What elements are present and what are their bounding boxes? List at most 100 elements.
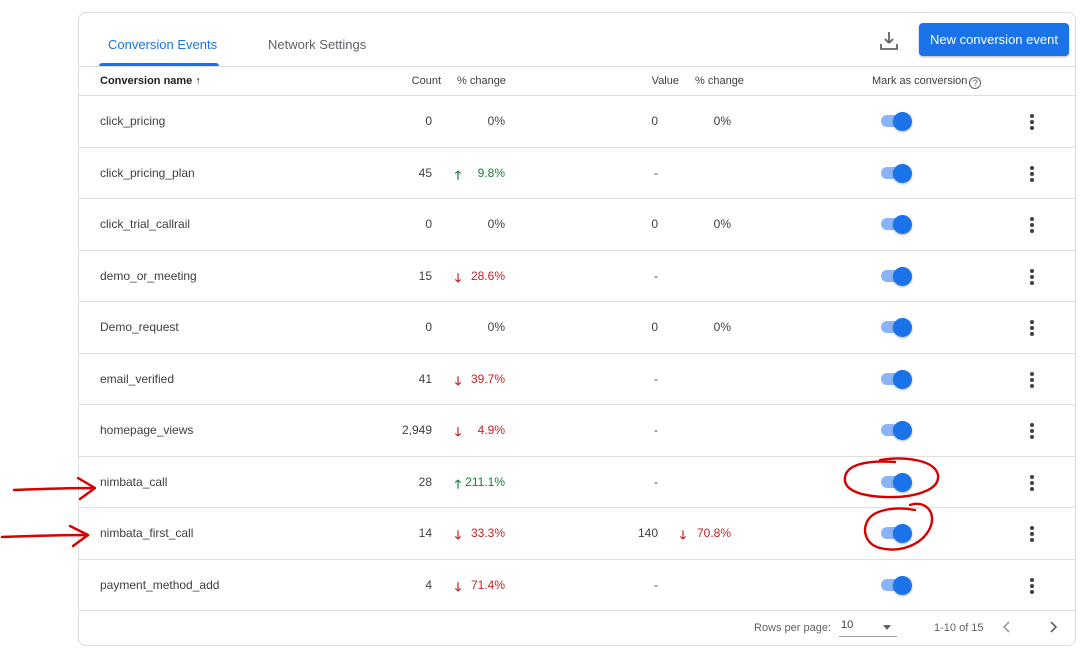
tab-bar: Conversion Events Network Settings New c…	[79, 13, 1075, 66]
toggle-knob	[893, 215, 912, 234]
more-vert-icon[interactable]	[1025, 111, 1039, 131]
sort-ascending-icon[interactable]: ↑	[195, 75, 201, 87]
column-header-name-label: Conversion name	[100, 75, 193, 87]
pagination-range: 1-10 of 15	[934, 622, 984, 634]
toggle-knob	[893, 318, 912, 337]
event-value: -	[654, 474, 658, 489]
mark-as-conversion-toggle[interactable]	[879, 266, 913, 286]
event-value: -	[654, 165, 658, 180]
event-value: -	[654, 268, 658, 283]
more-vert-icon[interactable]	[1025, 420, 1039, 440]
mark-as-conversion-toggle[interactable]	[879, 163, 913, 183]
toggle-knob	[893, 524, 912, 543]
more-vert-icon[interactable]	[1025, 266, 1039, 286]
mark-as-conversion-toggle[interactable]	[879, 523, 913, 543]
conversion-events-card: Conversion Events Network Settings New c…	[78, 12, 1076, 646]
rows-per-page-value: 10	[841, 619, 854, 631]
table-row[interactable]: click_pricing 0 0% 0 0%	[79, 96, 1075, 148]
table-row[interactable]: click_pricing_plan 45 🡑 9.8% -	[79, 148, 1075, 199]
event-count: 28	[418, 474, 432, 489]
event-count: 45	[418, 165, 432, 180]
conversion-name: click_pricing	[100, 114, 166, 128]
tab-conversion-events[interactable]: Conversion Events	[108, 37, 217, 52]
rows-per-page-label: Rows per page:	[754, 622, 832, 634]
table-row[interactable]: payment_method_add 4 🡓 71.4% -	[79, 560, 1075, 611]
toggle-knob	[893, 575, 912, 595]
table-pagination: Rows per page: 10 1-10 of 15	[79, 611, 1075, 645]
count-change: 4.9%	[477, 423, 505, 437]
conversion-name: click_trial_callrail	[100, 217, 191, 231]
event-value: -	[654, 577, 658, 592]
table-row[interactable]: Demo_request 0 0% 0 0%	[79, 302, 1075, 354]
chevron-right-icon[interactable]	[1044, 617, 1062, 637]
event-count: 0	[425, 114, 432, 128]
table-row[interactable]: demo_or_meeting 15 🡓 28.6% -	[79, 251, 1075, 302]
conversion-name: nimbata_first_call	[100, 526, 194, 540]
event-count: 41	[418, 371, 432, 386]
event-value: 0	[651, 114, 658, 128]
more-vert-icon[interactable]	[1025, 369, 1039, 389]
download-icon[interactable]	[877, 29, 901, 53]
count-change: 39.7%	[470, 371, 505, 386]
table-row[interactable]: nimbata_first_call 14 🡓 33.3% 140 🡓 70.8…	[79, 508, 1075, 560]
mark-as-conversion-toggle[interactable]	[879, 472, 913, 492]
event-count: 4	[425, 577, 432, 592]
column-header-count-change[interactable]: % change	[457, 75, 506, 87]
column-header-name[interactable]: Conversion name ↑	[100, 75, 201, 87]
conversion-name: click_pricing_plan	[100, 165, 195, 180]
value-change: 0%	[713, 114, 731, 128]
conversion-name: email_verified	[100, 371, 175, 386]
value-change: 0%	[713, 217, 731, 231]
count-change: 71.4%	[470, 577, 505, 592]
column-header-mark-label: Mark as conversion	[872, 75, 968, 87]
trend-down-icon: 🡓	[454, 425, 462, 439]
mark-as-conversion-toggle[interactable]	[879, 317, 913, 337]
count-change: 0%	[487, 320, 505, 334]
table-header: Conversion name ↑ Count % change Value % …	[79, 66, 1075, 96]
toggle-knob	[893, 266, 912, 286]
conversion-name: demo_or_meeting	[100, 268, 197, 283]
event-value: 0	[651, 217, 658, 231]
trend-up-icon: 🡑	[454, 476, 462, 491]
mark-as-conversion-toggle[interactable]	[879, 575, 913, 595]
mark-as-conversion-toggle[interactable]	[879, 214, 913, 234]
event-count: 0	[425, 320, 432, 334]
more-vert-icon[interactable]	[1025, 575, 1039, 595]
new-conversion-event-button[interactable]: New conversion event	[919, 23, 1069, 56]
trend-down-icon: 🡓	[454, 373, 462, 388]
trend-up-icon: 🡑	[454, 167, 462, 182]
trend-down-icon: 🡓	[454, 528, 462, 542]
column-header-value[interactable]: Value	[652, 75, 679, 87]
column-header-count[interactable]: Count	[412, 75, 441, 87]
mark-as-conversion-toggle[interactable]	[879, 420, 913, 440]
column-header-value-change[interactable]: % change	[695, 75, 744, 87]
conversion-name: Demo_request	[100, 320, 179, 334]
count-change: 9.8%	[477, 165, 505, 180]
event-count: 0	[425, 217, 432, 231]
table-row[interactable]: click_trial_callrail 0 0% 0 0%	[79, 199, 1075, 251]
more-vert-icon[interactable]	[1025, 523, 1039, 543]
tab-network-settings[interactable]: Network Settings	[268, 37, 366, 52]
more-vert-icon[interactable]	[1025, 214, 1039, 234]
event-value: -	[654, 423, 658, 437]
caret-down-icon	[883, 625, 891, 630]
mark-as-conversion-toggle[interactable]	[879, 111, 913, 131]
more-vert-icon[interactable]	[1025, 163, 1039, 183]
count-change: 28.6%	[470, 268, 505, 283]
table-row[interactable]: nimbata_call 28 🡑 211.1% -	[79, 457, 1075, 508]
count-change: 33.3%	[470, 526, 505, 540]
help-icon[interactable]: ?	[969, 77, 982, 89]
conversion-name: homepage_views	[100, 423, 194, 437]
rows-per-page-select[interactable]: 10	[839, 617, 897, 637]
event-value: 140	[637, 526, 658, 540]
chevron-left-icon[interactable]	[998, 617, 1016, 637]
mark-as-conversion-toggle[interactable]	[879, 369, 913, 389]
conversion-name: nimbata_call	[100, 474, 168, 489]
more-vert-icon[interactable]	[1025, 472, 1039, 492]
table-row[interactable]: email_verified 41 🡓 39.7% -	[79, 354, 1075, 405]
toggle-knob	[893, 421, 912, 440]
table-row[interactable]: homepage_views 2,949 🡓 4.9% -	[79, 405, 1075, 457]
count-change: 0%	[487, 114, 505, 128]
more-vert-icon[interactable]	[1025, 317, 1039, 337]
toggle-knob	[893, 112, 912, 131]
